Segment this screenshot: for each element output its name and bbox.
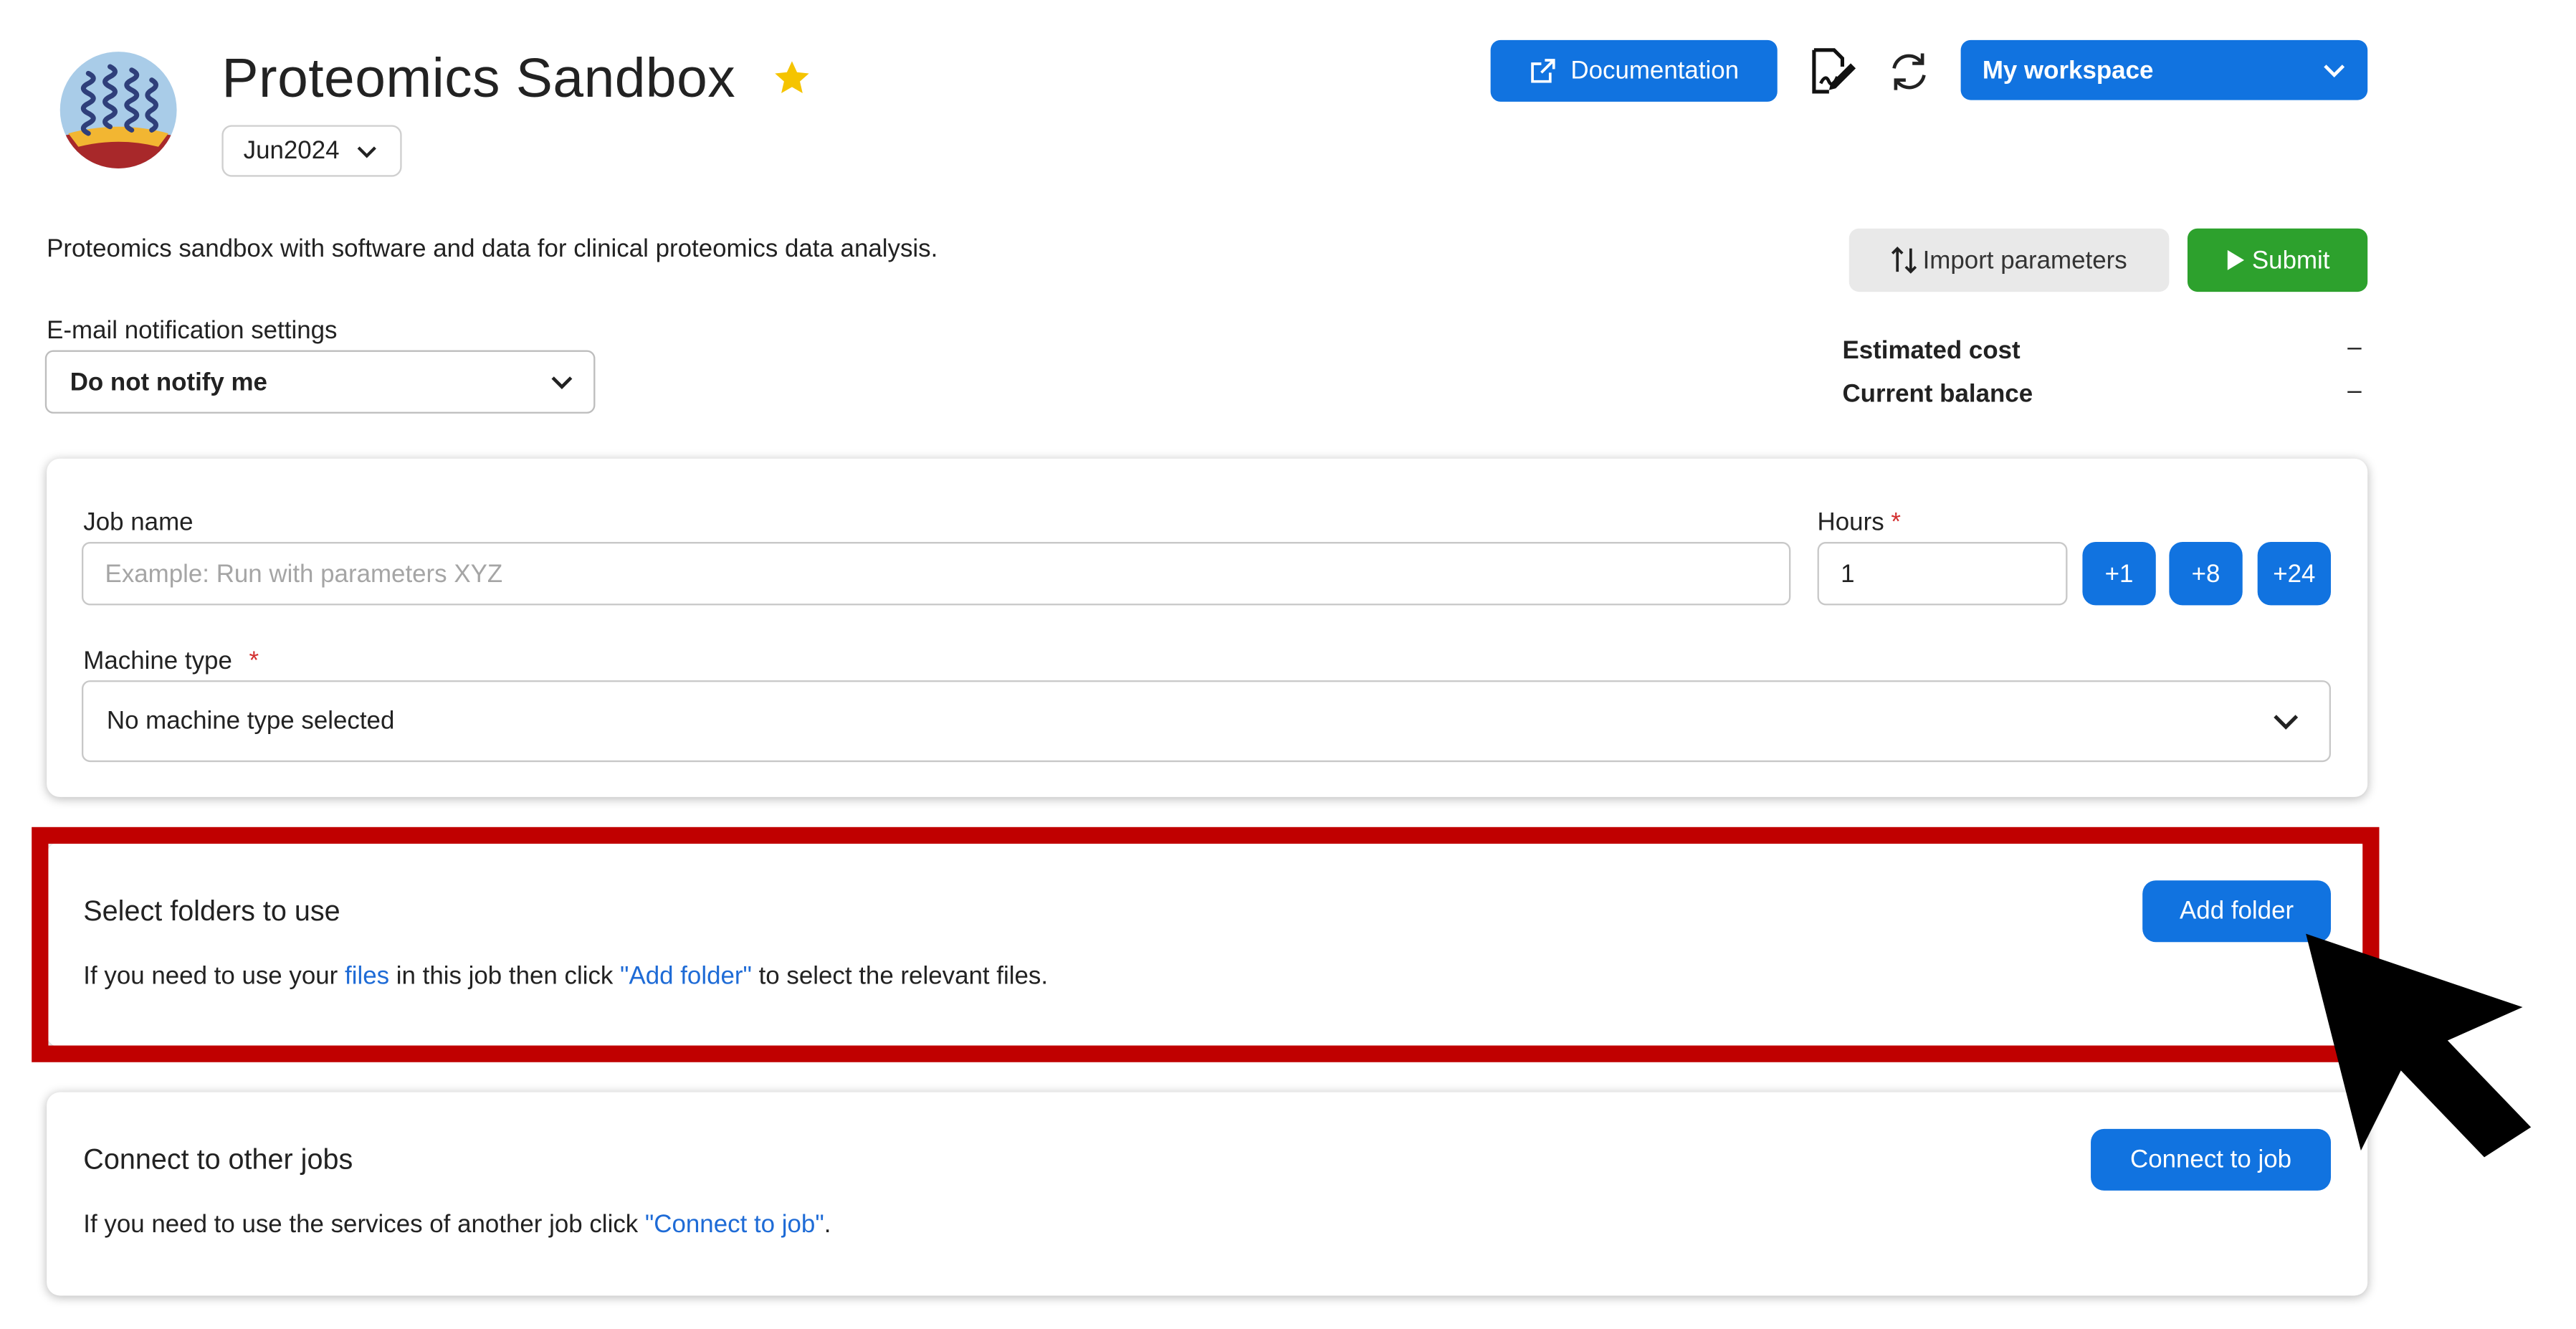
version-value: Jun2024 [243, 136, 340, 166]
machine-type-value: No machine type selected [106, 707, 395, 735]
submit-button[interactable]: Submit [2187, 228, 2368, 292]
machine-type-label: Machine type * [83, 647, 259, 676]
star-icon[interactable] [771, 57, 814, 100]
estimated-cost-label: Estimated cost [1842, 336, 2021, 366]
hours-input[interactable] [1817, 542, 2068, 606]
email-notification-value: Do not notify me [70, 367, 267, 396]
machine-type-label-text: Machine type [83, 647, 232, 676]
submit-label: Submit [2251, 246, 2330, 275]
page-title: Proteomics Sandbox [221, 47, 736, 109]
documentation-button[interactable]: Documentation [1490, 39, 1778, 102]
select-folders-text: If you need to use your files in this jo… [83, 962, 1048, 991]
email-notification-label: E-mail notification settings [47, 316, 338, 346]
current-balance-value: – [2347, 376, 2362, 406]
chevron-down-icon [2274, 714, 2299, 729]
import-parameters-label: Import parameters [1922, 246, 2127, 275]
app-page: Proteomics Sandbox Jun2024 Documentation… [0, 0, 2576, 1329]
select-folders-text-part: in this job then click [389, 962, 621, 991]
connect-jobs-text: If you need to use the services of anoth… [83, 1211, 831, 1239]
hours-label-text: Hours [1817, 508, 1884, 538]
pointer-arrow-icon [2306, 933, 2532, 1158]
add-folder-link[interactable]: "Add folder" [620, 962, 752, 991]
add-1-hour-button[interactable]: +1 [2082, 542, 2156, 606]
refresh-icon[interactable] [1886, 48, 1932, 95]
signature-icon[interactable] [1808, 47, 1858, 97]
external-link-icon [1531, 59, 1555, 83]
import-parameters-button[interactable]: Import parameters [1848, 228, 2170, 292]
job-name-label: Job name [83, 508, 194, 538]
version-select[interactable]: Jun2024 [221, 125, 402, 177]
workspace-select[interactable]: My workspace [1960, 39, 2368, 100]
highlight-box [32, 827, 2380, 1062]
email-notification-select[interactable]: Do not notify me [44, 350, 596, 414]
estimated-cost-value: – [2347, 333, 2362, 362]
current-balance-label: Current balance [1842, 380, 2033, 409]
documentation-label: Documentation [1570, 57, 1740, 85]
select-folders-text-part: If you need to use your [83, 962, 345, 991]
required-marker: * [1891, 508, 1901, 538]
connect-jobs-card [47, 1092, 2368, 1296]
chevron-down-icon [2324, 64, 2345, 77]
hours-label: Hours * [1818, 508, 1901, 537]
workspace-value: My workspace [1982, 55, 2154, 85]
play-icon [2227, 249, 2244, 270]
connect-jobs-text-part: . [824, 1210, 831, 1239]
add-8-hours-button[interactable]: +8 [2169, 542, 2243, 606]
swap-vertical-icon [1892, 246, 1917, 274]
chevron-down-icon [356, 146, 376, 158]
machine-type-select[interactable]: No machine type selected [81, 680, 2332, 763]
add-24-hours-button[interactable]: +24 [2257, 542, 2332, 606]
connect-jobs-text-part: If you need to use the services of anoth… [83, 1210, 645, 1239]
select-folders-text-part: to select the relevant files. [751, 962, 1049, 991]
app-description: Proteomics sandbox with software and dat… [47, 234, 938, 264]
files-link[interactable]: files [345, 962, 389, 991]
required-marker: * [249, 647, 259, 676]
chevron-down-icon [551, 376, 573, 389]
connect-jobs-title: Connect to other jobs [83, 1143, 353, 1176]
connect-to-job-link[interactable]: "Connect to job" [645, 1211, 824, 1239]
app-logo [59, 52, 177, 168]
select-folders-title: Select folders to use [83, 895, 340, 928]
job-name-input[interactable] [81, 542, 1791, 606]
